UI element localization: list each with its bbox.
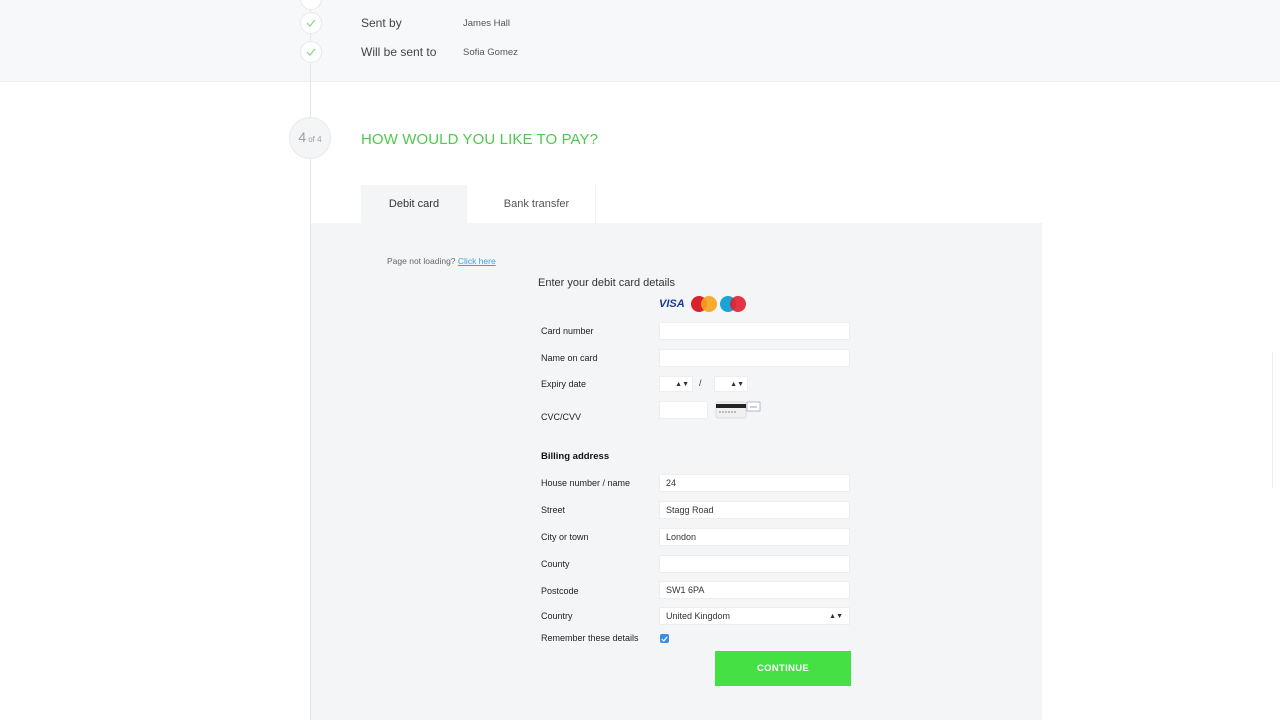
notice-text: Page not loading? bbox=[387, 256, 456, 266]
country-label: Country bbox=[541, 611, 573, 621]
summary-label-recipient: Will be sent to bbox=[361, 45, 437, 59]
checkmark-icon bbox=[661, 635, 668, 642]
click-here-link[interactable]: Click here bbox=[458, 256, 496, 266]
card-number-input[interactable] bbox=[659, 322, 850, 340]
name-on-card-label: Name on card bbox=[541, 353, 598, 363]
page-not-loading-notice: Page not loading? Click here bbox=[387, 256, 496, 266]
postcode-label: Postcode bbox=[541, 586, 579, 596]
city-input[interactable]: London bbox=[659, 528, 850, 546]
step-total: of 4 bbox=[308, 135, 322, 144]
county-label: County bbox=[541, 559, 570, 569]
tab-bank-transfer[interactable]: Bank transfer bbox=[478, 185, 596, 223]
mastercard-logo bbox=[690, 296, 717, 312]
form-title: Enter your debit card details bbox=[538, 277, 675, 289]
continue-button[interactable]: CONTINUE bbox=[715, 651, 851, 686]
house-number-label: House number / name bbox=[541, 478, 631, 488]
billing-address-heading: Billing address bbox=[541, 451, 610, 462]
postcode-input[interactable]: SW1 6PA bbox=[659, 581, 850, 599]
select-arrows-icon: ▲▼ bbox=[675, 380, 689, 388]
street-label: Street bbox=[541, 505, 566, 515]
step-indicator: 4 of 4 bbox=[289, 117, 331, 159]
country-select-value: United Kingdom bbox=[666, 611, 731, 621]
house-number-input[interactable]: 24 bbox=[659, 474, 850, 492]
country-select[interactable]: United Kingdom ▲▼ bbox=[659, 607, 850, 625]
maestro-logo bbox=[719, 296, 746, 312]
card-brand-logos: VISA bbox=[659, 296, 746, 312]
summary-label-sent-by: Sent by bbox=[361, 16, 402, 30]
expiry-separator: / bbox=[699, 378, 702, 388]
city-label: City or town bbox=[541, 532, 589, 542]
remember-details-label: Remember these details bbox=[541, 633, 639, 643]
cvc-input[interactable] bbox=[659, 401, 708, 419]
name-on-card-input[interactable] bbox=[659, 349, 850, 367]
remember-details-checkbox[interactable] bbox=[660, 634, 669, 643]
card-number-label: Card number bbox=[541, 326, 594, 336]
summary-value-recipient: Sofia Gomez bbox=[463, 47, 518, 58]
order-summary-band bbox=[0, 0, 1280, 82]
select-arrows-icon: ▲▼ bbox=[829, 612, 843, 620]
expiry-date-label: Expiry date bbox=[541, 379, 587, 389]
street-input[interactable]: Stagg Road bbox=[659, 501, 850, 519]
expiry-year-select[interactable]: ▲▼ bbox=[714, 376, 748, 392]
summary-value-sent-by: James Hall bbox=[463, 18, 510, 29]
visa-logo: VISA bbox=[659, 298, 685, 310]
expiry-month-select[interactable]: ▲▼ bbox=[659, 376, 693, 392]
card-back-cvc-icon bbox=[715, 401, 761, 419]
step-number: 4 bbox=[298, 129, 307, 145]
step-title: HOW WOULD YOU LIKE TO PAY? bbox=[361, 131, 599, 148]
tab-debit-card[interactable]: Debit card bbox=[361, 185, 467, 223]
scrollbar-edge[interactable] bbox=[1272, 352, 1280, 488]
select-arrows-icon: ▲▼ bbox=[730, 380, 744, 388]
check-icon bbox=[300, 12, 322, 34]
check-icon bbox=[300, 41, 322, 63]
cvc-label: CVC/CVV bbox=[541, 412, 582, 422]
county-input[interactable] bbox=[659, 555, 850, 573]
